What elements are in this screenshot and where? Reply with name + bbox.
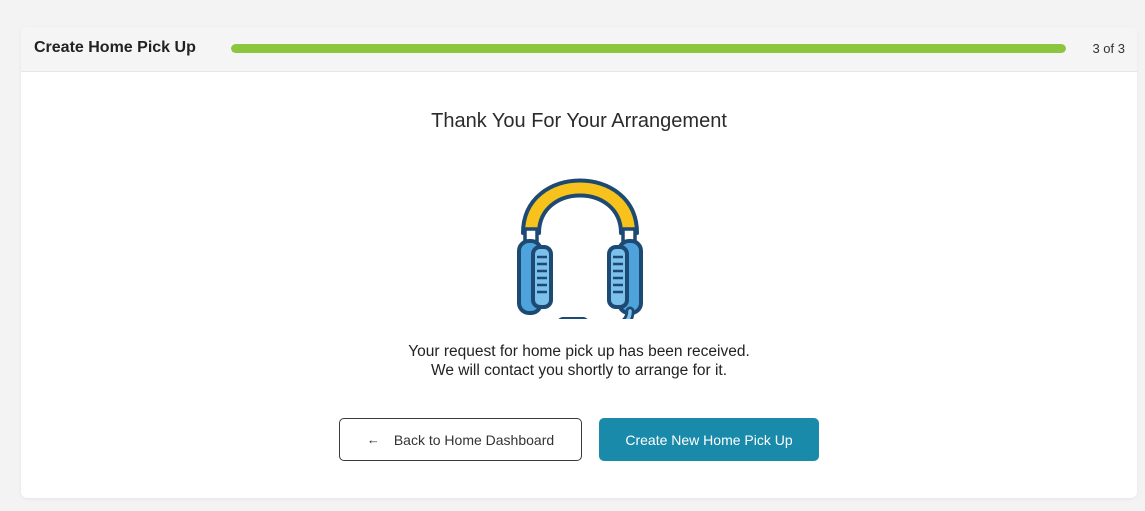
headset-icon: [517, 178, 643, 319]
create-new-pickup-button[interactable]: Create New Home Pick Up: [599, 418, 819, 461]
create-new-button-label: Create New Home Pick Up: [625, 431, 793, 448]
progress-bar-fill: [231, 44, 1066, 53]
message-line-1: Your request for home pick up has been r…: [408, 343, 750, 360]
back-to-dashboard-button[interactable]: ← Back to Home Dashboard: [339, 418, 582, 461]
back-button-label: Back to Home Dashboard: [393, 431, 555, 448]
confirmation-heading: Thank You For Your Arrangement: [431, 110, 727, 132]
wizard-header: Create Home Pick Up 3 of 3: [21, 27, 1137, 72]
message-line-2: We will contact you shortly to arrange f…: [430, 362, 728, 379]
arrow-left-icon: ←: [366, 432, 380, 447]
step-counter: 3 of 3: [1092, 41, 1125, 56]
confirmation-message: Your request for home pick up has been r…: [21, 342, 1137, 380]
progress-bar: [231, 44, 1066, 53]
confirmation-card: Create Home Pick Up 3 of 3 Thank You For…: [21, 27, 1137, 498]
page-title: Create Home Pick Up: [34, 39, 196, 56]
